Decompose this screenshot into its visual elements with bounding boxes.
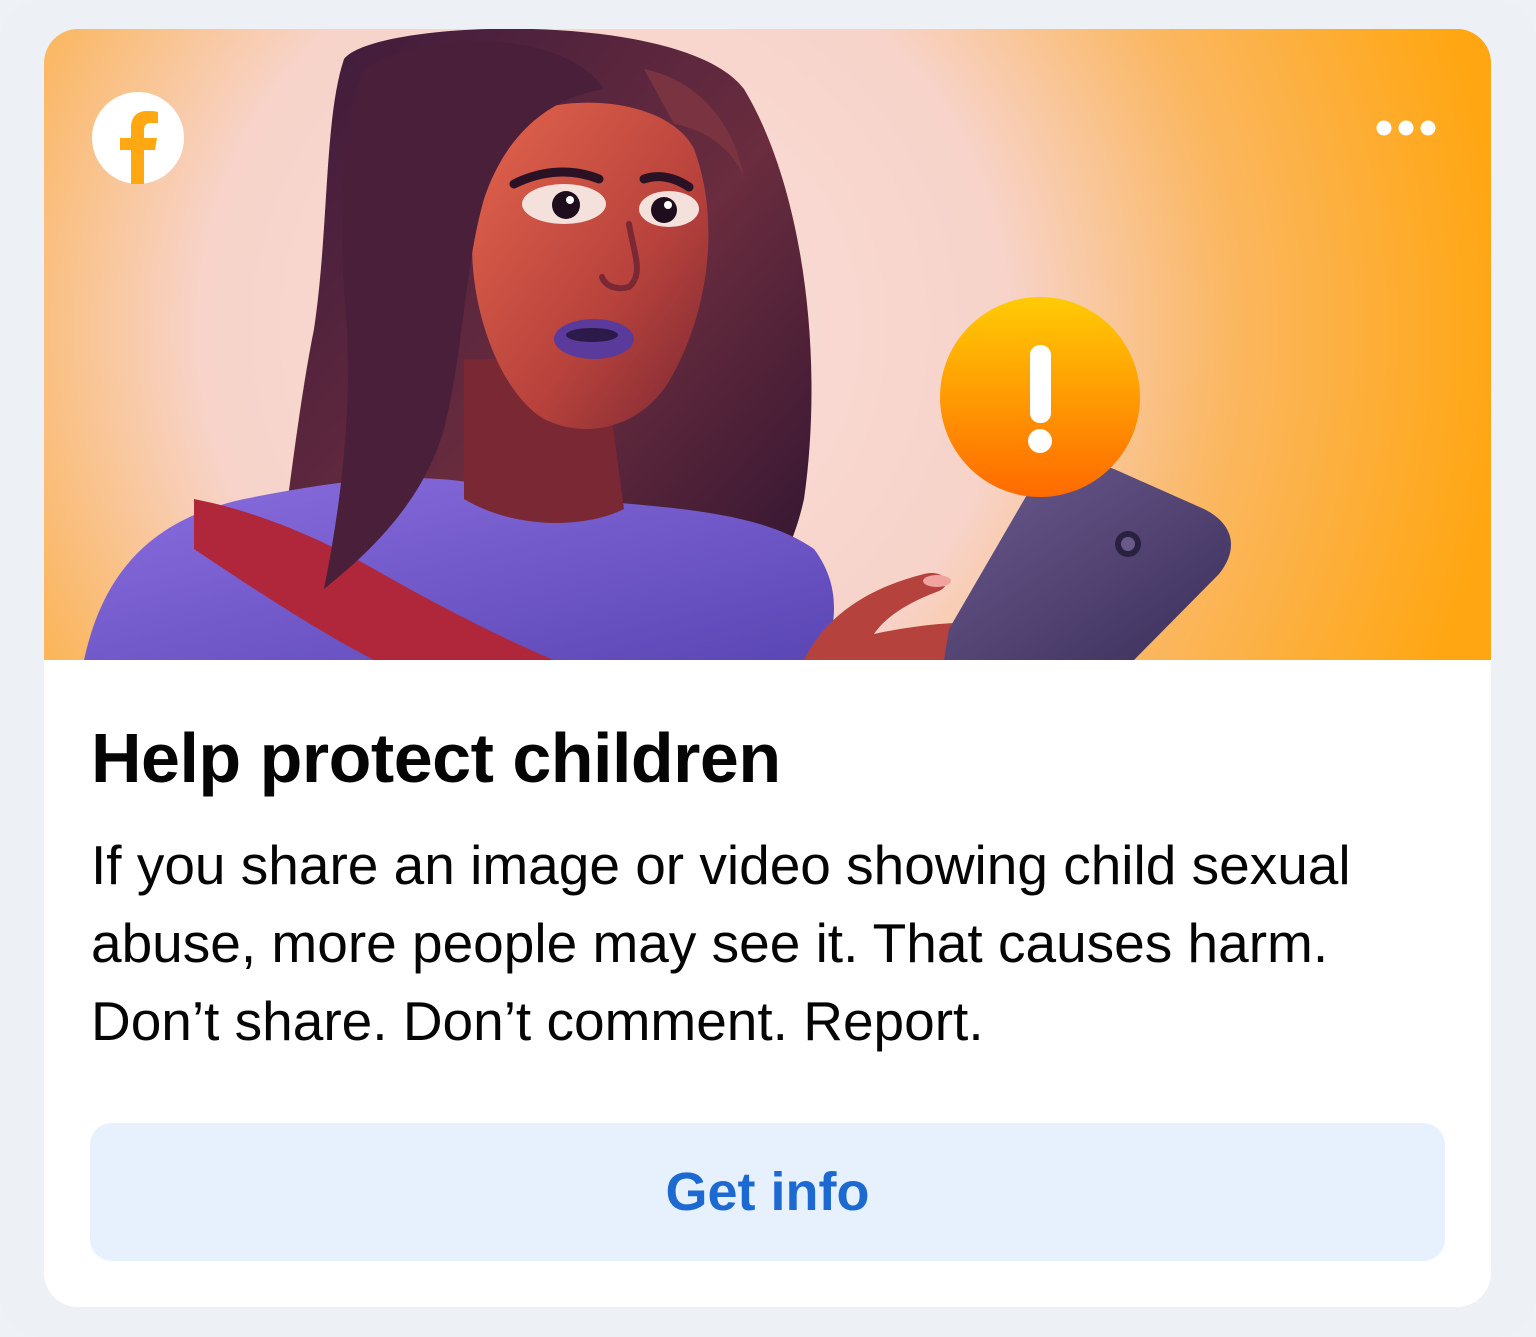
- get-info-button[interactable]: Get info: [90, 1123, 1445, 1261]
- facebook-logo-icon[interactable]: [92, 92, 184, 184]
- card-body-text: If you share an image or video showing c…: [91, 834, 1351, 1052]
- more-options-icon[interactable]: [1366, 107, 1446, 149]
- card-title: Help protect children: [91, 719, 781, 797]
- hero-illustration: [44, 29, 1491, 660]
- page: Help protect children If you share an im…: [0, 0, 1536, 1337]
- safety-notice-card: Help protect children If you share an im…: [44, 29, 1491, 1307]
- card-content: Help protect children If you share an im…: [44, 660, 1491, 1307]
- illustration-scene: [44, 29, 1491, 660]
